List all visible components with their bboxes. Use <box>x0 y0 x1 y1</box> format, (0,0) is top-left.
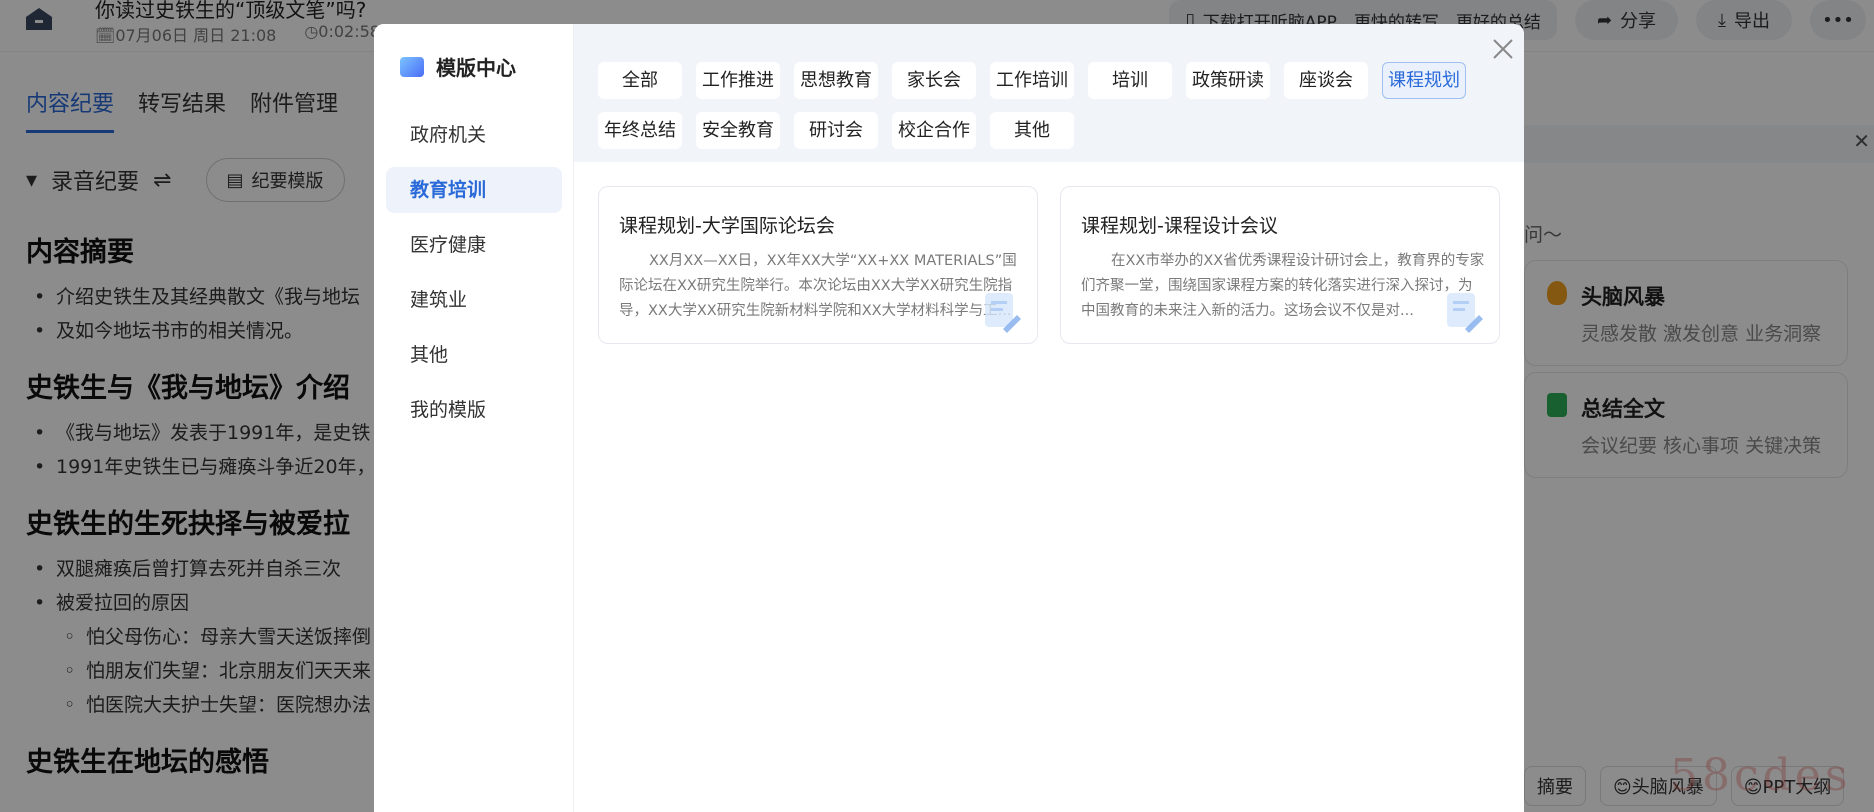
template-cards: 课程规划-大学国际论坛会 XX月XX—XX日，XX年XX大学“XX+XX MAT… <box>598 186 1500 344</box>
document-icon <box>1447 293 1483 333</box>
category-all[interactable]: 全部 <box>598 62 682 99</box>
category-filter: 全部 工作推进 思想教育 家长会 工作培训 培训 政策研读 座谈会 课程规划 年… <box>574 24 1524 162</box>
document-icon <box>985 293 1021 333</box>
industry-list: 政府机关 教育培训 医疗健康 建筑业 其他 我的模版 <box>386 112 562 442</box>
category-year-end[interactable]: 年终总结 <box>598 112 682 149</box>
category-training[interactable]: 培训 <box>1088 62 1172 99</box>
template-card-title: 课程规划-课程设计会议 <box>1081 215 1278 237</box>
sidebar-item-construction[interactable]: 建筑业 <box>386 277 562 323</box>
category-seminar[interactable]: 研讨会 <box>794 112 878 149</box>
category-policy-study[interactable]: 政策研读 <box>1186 62 1270 99</box>
category-ideology[interactable]: 思想教育 <box>794 62 878 99</box>
modal-title: 模版中心 <box>400 52 516 81</box>
category-school-enterprise[interactable]: 校企合作 <box>892 112 976 149</box>
category-other[interactable]: 其他 <box>990 112 1074 149</box>
sidebar-item-other[interactable]: 其他 <box>386 332 562 378</box>
sidebar-item-government[interactable]: 政府机关 <box>386 112 562 158</box>
category-work-training[interactable]: 工作培训 <box>990 62 1074 99</box>
template-card[interactable]: 课程规划-大学国际论坛会 XX月XX—XX日，XX年XX大学“XX+XX MAT… <box>598 186 1038 344</box>
category-work-progress[interactable]: 工作推进 <box>696 62 780 99</box>
template-card-body: XX月XX—XX日，XX年XX大学“XX+XX MATERIALS”国际论坛在X… <box>619 253 1017 319</box>
close-icon[interactable] <box>1490 36 1516 62</box>
template-card-body: 在XX市举办的XX省优秀课程设计研讨会上，教育界的专家们齐聚一堂，围绕国家课程方… <box>1081 253 1485 319</box>
sidebar-item-my-templates[interactable]: 我的模版 <box>386 387 562 433</box>
modal-sidebar: 模版中心 政府机关 教育培训 医疗健康 建筑业 其他 我的模版 <box>374 24 574 812</box>
modal-title-text: 模版中心 <box>436 56 516 80</box>
category-course-planning[interactable]: 课程规划 <box>1382 62 1466 99</box>
category-symposium[interactable]: 座谈会 <box>1284 62 1368 99</box>
category-safety[interactable]: 安全教育 <box>696 112 780 149</box>
sidebar-item-healthcare[interactable]: 医疗健康 <box>386 222 562 268</box>
template-center-modal: 模版中心 政府机关 教育培训 医疗健康 建筑业 其他 我的模版 全部 工作推进 … <box>374 24 1524 812</box>
sidebar-item-education[interactable]: 教育培训 <box>386 167 562 213</box>
template-card-title: 课程规划-大学国际论坛会 <box>619 215 835 237</box>
category-parent-meeting[interactable]: 家长会 <box>892 62 976 99</box>
template-logo-icon <box>400 56 424 77</box>
template-card[interactable]: 课程规划-课程设计会议 在XX市举办的XX省优秀课程设计研讨会上，教育界的专家们… <box>1060 186 1500 344</box>
